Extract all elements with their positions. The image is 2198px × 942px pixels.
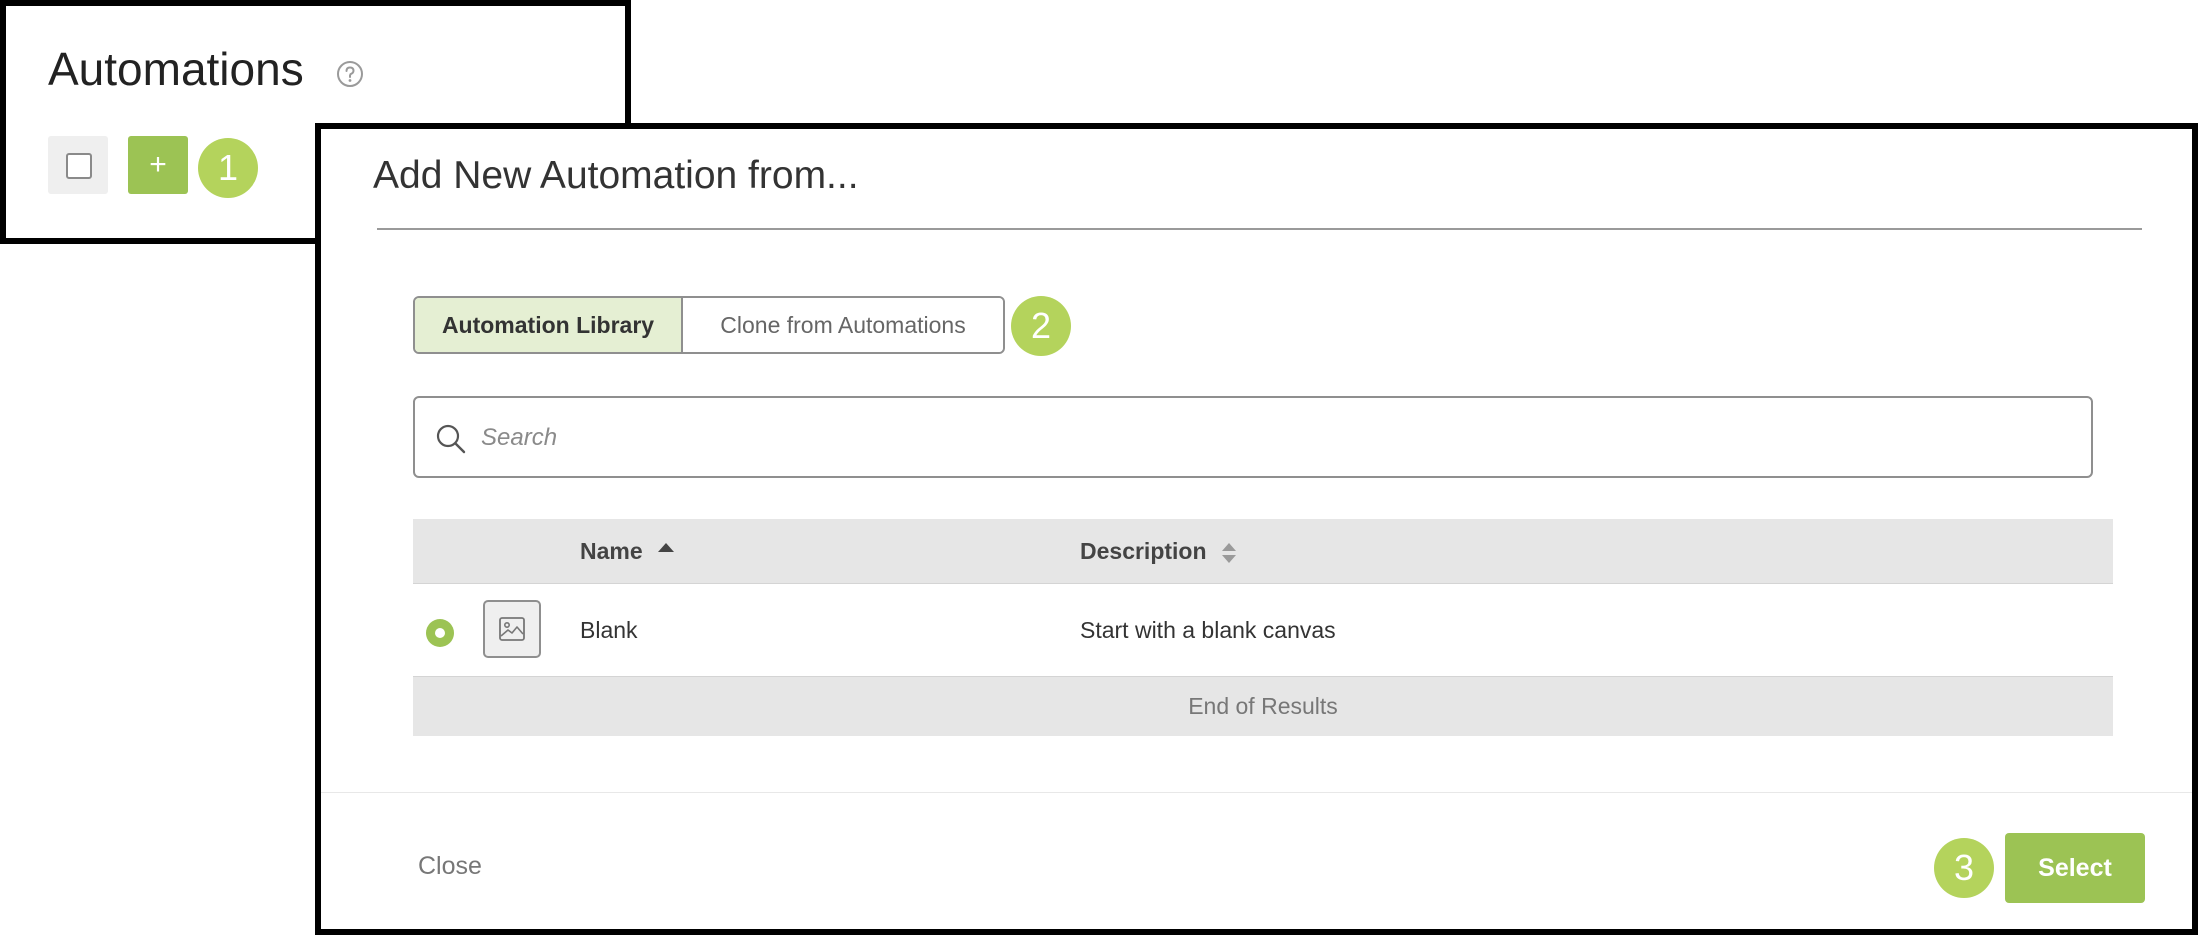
page-title: Automations bbox=[48, 43, 304, 95]
search-input[interactable] bbox=[479, 412, 2063, 464]
source-tab-group: Automation Library Clone from Automation… bbox=[413, 296, 1005, 354]
tab-clone-from-automations[interactable]: Clone from Automations bbox=[683, 298, 1003, 352]
table-row[interactable]: Blank Start with a blank canvas bbox=[413, 584, 2113, 677]
sort-both-icon[interactable] bbox=[1221, 542, 1237, 564]
radio-dot bbox=[435, 628, 445, 638]
results-table: Name Description Blank Start with a blan… bbox=[413, 519, 2113, 736]
column-header-name[interactable]: Name bbox=[580, 519, 643, 583]
help-icon[interactable] bbox=[336, 60, 364, 88]
step-badge-2: 2 bbox=[1011, 296, 1071, 356]
checkbox-box bbox=[66, 153, 92, 179]
add-automation-modal: Add New Automation from... Automation Li… bbox=[315, 123, 2198, 935]
sort-ascending-icon[interactable] bbox=[658, 543, 674, 552]
row-radio-selected[interactable] bbox=[426, 619, 454, 647]
end-of-results: End of Results bbox=[413, 677, 2113, 736]
footer-divider bbox=[321, 792, 2192, 793]
image-icon bbox=[483, 600, 541, 658]
row-name: Blank bbox=[580, 617, 638, 643]
select-all-checkbox[interactable] bbox=[48, 136, 108, 194]
tab-automation-library[interactable]: Automation Library bbox=[415, 298, 683, 352]
modal-title: Add New Automation from... bbox=[373, 154, 859, 197]
step-badge-3: 3 bbox=[1934, 838, 1994, 898]
row-description: Start with a blank canvas bbox=[1080, 617, 1336, 643]
modal-divider bbox=[377, 228, 2142, 230]
search-box bbox=[413, 396, 2093, 478]
search-icon bbox=[435, 423, 467, 455]
close-button[interactable]: Close bbox=[418, 852, 482, 881]
add-automation-button[interactable]: + bbox=[128, 136, 188, 194]
select-button[interactable]: Select bbox=[2005, 833, 2145, 903]
step-badge-1: 1 bbox=[198, 138, 258, 198]
column-header-description[interactable]: Description bbox=[1080, 519, 1207, 583]
table-header: Name Description bbox=[413, 519, 2113, 584]
